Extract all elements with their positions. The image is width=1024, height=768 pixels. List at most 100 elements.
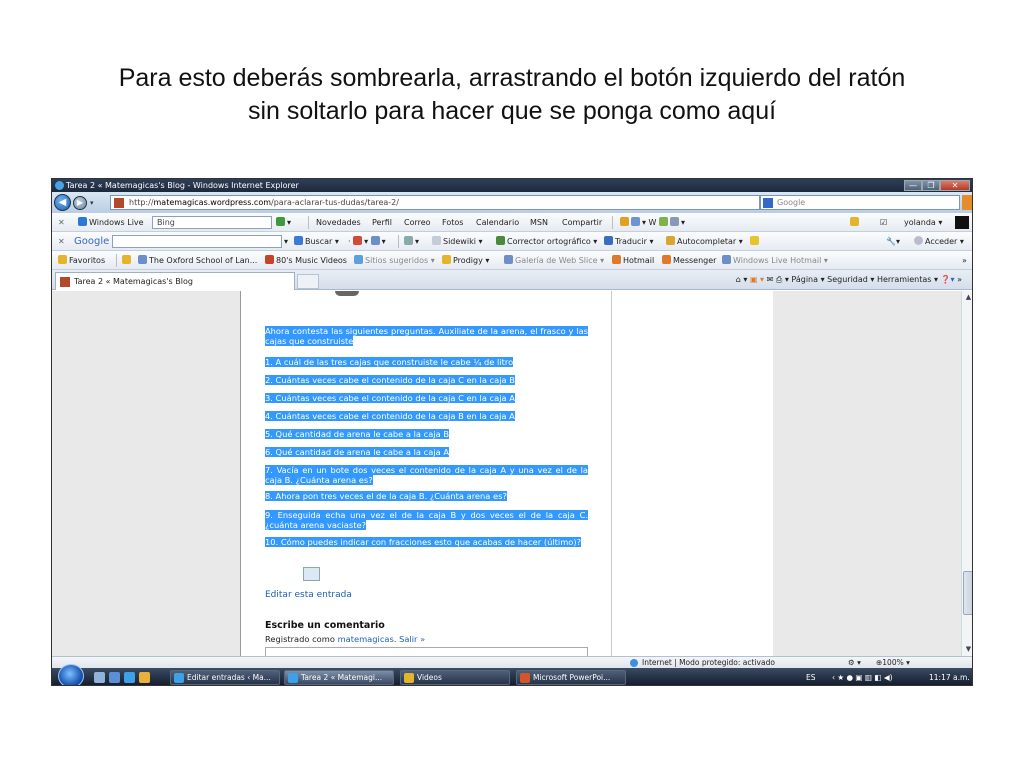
back-button[interactable]: ◀ [54, 194, 71, 211]
switch-windows-icon[interactable] [109, 672, 120, 683]
scroll-thumb[interactable] [963, 571, 972, 615]
ie-quicklaunch-icon[interactable] [124, 672, 135, 683]
task-videos[interactable]: Videos [400, 670, 510, 685]
task-editar-entradas[interactable]: Editar entradas ‹ Ma... [170, 670, 280, 685]
selected-text: 7. Vacía en un bote dos veces el conteni… [265, 465, 588, 485]
fav-live-hotmail[interactable]: Windows Live Hotmail ▾ [722, 251, 828, 270]
live-search-button[interactable]: ▾ [276, 213, 291, 232]
pagerank-icon[interactable]: ▾ [404, 232, 419, 251]
ie-icon [174, 673, 184, 683]
comment-input[interactable] [265, 647, 588, 656]
fav-oxford[interactable]: The Oxford School of Lan... [138, 251, 257, 270]
zoom-level[interactable]: ⊕100% ▾ [876, 657, 910, 668]
url-field[interactable]: http://matemagicas.wordpress.com/para-ac… [110, 195, 760, 210]
edit-post-link[interactable]: Editar esta entrada [265, 590, 352, 600]
logout-link[interactable]: Salir » [399, 634, 425, 644]
minimize-button[interactable]: — [904, 180, 922, 191]
avatar[interactable] [955, 216, 969, 229]
google-signin-button[interactable]: Acceder ▾ [914, 232, 964, 251]
fav-80s-music[interactable]: 80's Music Videos [265, 251, 347, 270]
read-mail-icon[interactable]: ✉ [767, 275, 774, 284]
settings-wrench-icon[interactable]: 🔧▾ [886, 232, 900, 251]
task-powerpoint[interactable]: Microsoft PowerPoi... [516, 670, 626, 685]
fav-web-slice[interactable]: Galería de Web Slice ▾ [504, 251, 604, 270]
print-icon[interactable]: ⎙ ▾ [776, 275, 789, 284]
clock[interactable]: 11:17 a.m. [929, 668, 970, 685]
google-tools-icons[interactable]: · ▾ ▾ [348, 232, 386, 251]
slide-title-line-1: Para esto deberás sombrearla, arrastrand… [118, 64, 906, 92]
google-search-button[interactable]: Buscar ▾ [294, 232, 339, 251]
live-link-compartir[interactable]: Compartir [562, 213, 602, 232]
translate-button[interactable]: Traducir ▾ [604, 232, 654, 251]
search-go-button[interactable] [962, 195, 972, 210]
live-link-novedades[interactable]: Novedades [316, 213, 361, 232]
security-zone[interactable]: Internet | Modo protegido: activado [630, 657, 775, 668]
windows-live-brand[interactable]: Windows Live [78, 213, 144, 232]
tab-active[interactable]: Tarea 2 « Matemagicas's Blog [55, 272, 295, 290]
new-tab-button[interactable] [297, 274, 319, 289]
scroll-up-icon[interactable]: ▲ [963, 292, 972, 303]
scroll-down-icon[interactable]: ▼ [963, 644, 972, 655]
fav-hotmail[interactable]: Hotmail [612, 251, 654, 270]
live-link-msn[interactable]: MSN [530, 213, 548, 232]
help-icon[interactable]: ❓▾ [941, 275, 955, 284]
live-tools-icons[interactable]: ▾ W ▾ [620, 213, 685, 232]
fav-prodigy[interactable]: Prodigy ▾ [442, 251, 489, 270]
check-icon[interactable]: ☑ [880, 213, 887, 232]
rss-icon[interactable]: ▣ ▾ [750, 275, 764, 284]
live-user-menu[interactable]: yolanda ▾ [904, 213, 942, 232]
vertical-scrollbar[interactable]: ▲ ▼ [961, 291, 972, 656]
history-dropdown-icon[interactable]: ▾ [90, 199, 94, 207]
autofill-icon [666, 236, 675, 245]
image-remnant [335, 291, 359, 296]
forward-button[interactable]: ▶ [73, 196, 87, 210]
google-search-dropdown-icon[interactable]: ▾ [284, 232, 288, 251]
signin-icon [914, 236, 923, 245]
search-icon [294, 236, 303, 245]
favorites-overflow-icon[interactable]: » [962, 251, 967, 270]
close-toolbar-icon[interactable]: ✕ [58, 213, 65, 232]
close-button[interactable]: ✕ [940, 180, 970, 191]
add-favorite-icon[interactable] [122, 251, 133, 270]
image-thumbnail-icon[interactable] [303, 567, 320, 581]
home-icon[interactable]: ⌂ ▾ [736, 275, 748, 284]
command-menus[interactable]: Página ▾ Seguridad ▾ Herramientas ▾ [791, 275, 938, 284]
registered-as-label: Registrado como [265, 634, 335, 644]
question-10: 10. Cómo puedes indicar con fracciones e… [265, 537, 588, 548]
window-title: Tarea 2 « Matemagicas's Blog - Windows I… [66, 181, 299, 190]
live-link-perfil[interactable]: Perfil [372, 213, 392, 232]
registered-user-link[interactable]: matemagicas [338, 634, 394, 644]
share-icon [370, 236, 380, 245]
live-link-fotos[interactable]: Fotos [442, 213, 463, 232]
favorites-button[interactable]: Favoritos [58, 251, 105, 270]
language-indicator[interactable]: ES [806, 668, 816, 685]
google-search-field[interactable] [112, 235, 282, 248]
question-2: 2. Cuántas veces cabe el contenido de la… [265, 375, 515, 386]
sidewiki-button[interactable]: Sidewiki ▾ [432, 232, 482, 251]
favorites-star-icon[interactable] [850, 213, 861, 232]
search-field[interactable]: Google [760, 195, 960, 210]
live-link-correo[interactable]: Correo [404, 213, 431, 232]
command-overflow-icon[interactable]: » [957, 275, 962, 284]
question-9: 9. Enseguida echa una vez el de la caja … [265, 510, 588, 530]
task-tarea-2[interactable]: Tarea 2 « Matemagi... [284, 670, 394, 685]
maximize-button[interactable]: ❐ [922, 180, 940, 191]
fav-messenger[interactable]: Messenger [662, 251, 716, 270]
media-icon[interactable] [139, 672, 150, 683]
autofill-button[interactable]: Autocompletar ▾ [666, 232, 743, 251]
close-google-toolbar-icon[interactable]: ✕ [58, 232, 65, 251]
selected-text: 2. Cuántas veces cabe el contenido de la… [265, 375, 515, 385]
page-icon [504, 255, 513, 264]
mail-icon [631, 217, 640, 226]
tray-icons[interactable]: ‹ ★ ● ▣ ▥ ◧ ◀) [832, 668, 893, 685]
show-desktop-icon[interactable] [94, 672, 105, 683]
contacts-icon [670, 217, 680, 226]
search-icon [276, 217, 285, 226]
spellcheck-button[interactable]: Corrector ortográfico ▾ [496, 232, 597, 251]
protected-mode-icon[interactable]: ⚙ ▾ [848, 657, 861, 668]
start-button[interactable] [58, 664, 84, 685]
live-search-field[interactable]: Bing [152, 216, 272, 229]
highlight-icon[interactable] [750, 232, 761, 251]
live-link-calendario[interactable]: Calendario [476, 213, 519, 232]
fav-suggested-sites[interactable]: Sitios sugeridos ▾ [354, 251, 435, 270]
